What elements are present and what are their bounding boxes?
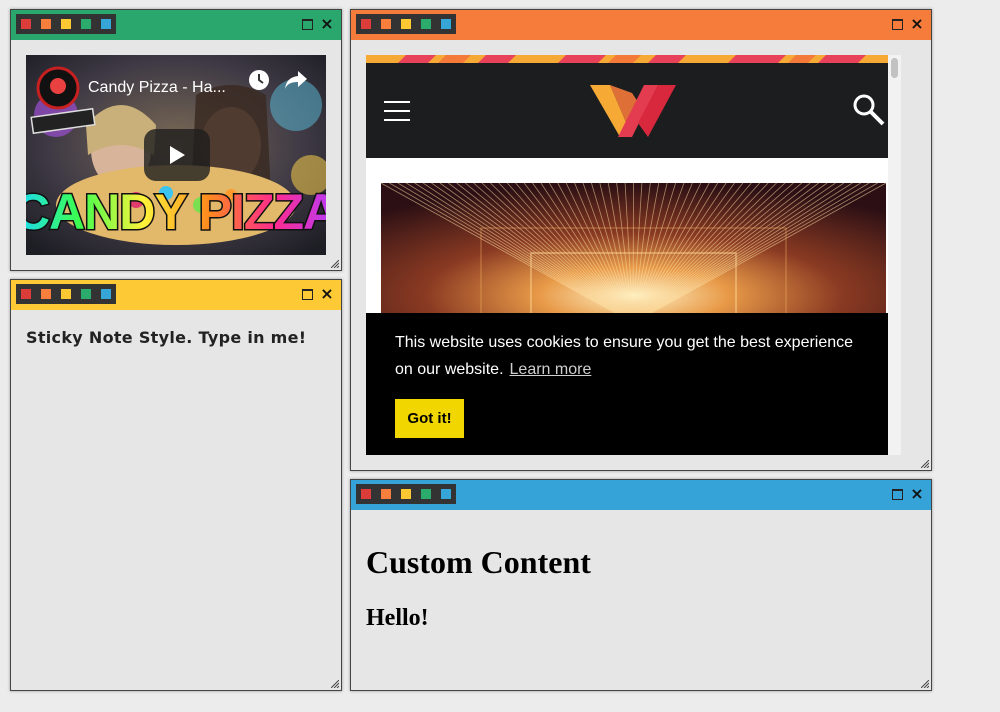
video-player[interactable]: Candy Pizza - Ha... CANDY PIZZA xyxy=(26,55,326,255)
video-title[interactable]: Candy Pizza - Ha... xyxy=(88,79,226,97)
close-icon[interactable]: × xyxy=(909,15,925,33)
color-dot-2[interactable] xyxy=(381,19,391,29)
sticky-note-window[interactable]: × Sticky Note Style. Type in me! xyxy=(10,279,342,691)
window-color-dots xyxy=(356,484,456,504)
play-button[interactable] xyxy=(144,129,210,181)
maximize-icon[interactable] xyxy=(302,289,313,300)
video-window[interactable]: × Candy Pizza - Ha... CANDY PIZZA xyxy=(10,9,342,271)
color-dot-4[interactable] xyxy=(81,19,91,29)
color-dot-5[interactable] xyxy=(441,19,451,29)
got-it-button[interactable]: Got it! xyxy=(395,399,464,438)
close-icon[interactable]: × xyxy=(319,285,335,303)
resize-handle[interactable] xyxy=(921,680,929,688)
page-scrollbar[interactable] xyxy=(888,55,901,455)
resize-handle[interactable] xyxy=(921,460,929,468)
color-dot-3[interactable] xyxy=(61,19,71,29)
color-dot-3[interactable] xyxy=(401,489,411,499)
hero-image xyxy=(381,183,886,333)
cookie-message-block: This website uses cookies to ensure you … xyxy=(395,329,875,383)
window-color-dots xyxy=(16,284,116,304)
color-dot-1[interactable] xyxy=(21,19,31,29)
custom-content-heading: Custom Content xyxy=(366,544,591,580)
cookie-message: This website uses cookies to ensure you … xyxy=(395,334,854,378)
window-titlebar[interactable]: × xyxy=(11,280,341,310)
close-icon[interactable]: × xyxy=(319,15,335,33)
scrollbar-thumb[interactable] xyxy=(891,58,898,78)
share-icon[interactable] xyxy=(284,69,308,91)
learn-more-link[interactable]: Learn more xyxy=(510,361,592,378)
menu-icon[interactable] xyxy=(384,101,410,121)
color-dot-2[interactable] xyxy=(41,19,51,29)
window-color-dots xyxy=(16,14,116,34)
window-color-dots xyxy=(356,14,456,34)
custom-content-subheading: Hello! xyxy=(366,605,429,631)
color-dot-5[interactable] xyxy=(441,489,451,499)
color-dot-1[interactable] xyxy=(21,289,31,299)
maximize-icon[interactable] xyxy=(302,19,313,30)
color-dot-2[interactable] xyxy=(381,489,391,499)
color-dot-5[interactable] xyxy=(101,289,111,299)
web-page-window[interactable]: × This website uses cookies to ensure yo… xyxy=(350,9,932,471)
color-dot-4[interactable] xyxy=(421,489,431,499)
custom-content-window[interactable]: × Custom Content Hello! xyxy=(350,479,932,691)
maximize-icon[interactable] xyxy=(892,19,903,30)
resize-handle[interactable] xyxy=(331,680,339,688)
color-dot-2[interactable] xyxy=(41,289,51,299)
color-dot-4[interactable] xyxy=(421,19,431,29)
window-titlebar[interactable]: × xyxy=(351,10,931,40)
color-dot-5[interactable] xyxy=(101,19,111,29)
watch-later-icon[interactable] xyxy=(248,69,270,91)
color-dot-4[interactable] xyxy=(81,289,91,299)
svg-text:CANDY PIZZA: CANDY PIZZA xyxy=(26,184,326,240)
play-icon xyxy=(170,146,185,164)
sticky-note-text[interactable]: Sticky Note Style. Type in me! xyxy=(26,328,306,347)
color-dot-3[interactable] xyxy=(401,19,411,29)
search-icon[interactable] xyxy=(852,93,886,127)
cookie-banner: This website uses cookies to ensure you … xyxy=(366,313,901,455)
color-dot-1[interactable] xyxy=(361,489,371,499)
color-dot-3[interactable] xyxy=(61,289,71,299)
close-icon[interactable]: × xyxy=(909,485,925,503)
window-titlebar[interactable]: × xyxy=(11,10,341,40)
resize-handle[interactable] xyxy=(331,260,339,268)
embedded-web-page[interactable]: This website uses cookies to ensure you … xyxy=(366,55,901,455)
header-stripe xyxy=(366,55,901,63)
maximize-icon[interactable] xyxy=(892,489,903,500)
site-logo[interactable] xyxy=(588,83,678,139)
window-titlebar[interactable]: × xyxy=(351,480,931,510)
site-header xyxy=(366,63,901,158)
color-dot-1[interactable] xyxy=(361,19,371,29)
